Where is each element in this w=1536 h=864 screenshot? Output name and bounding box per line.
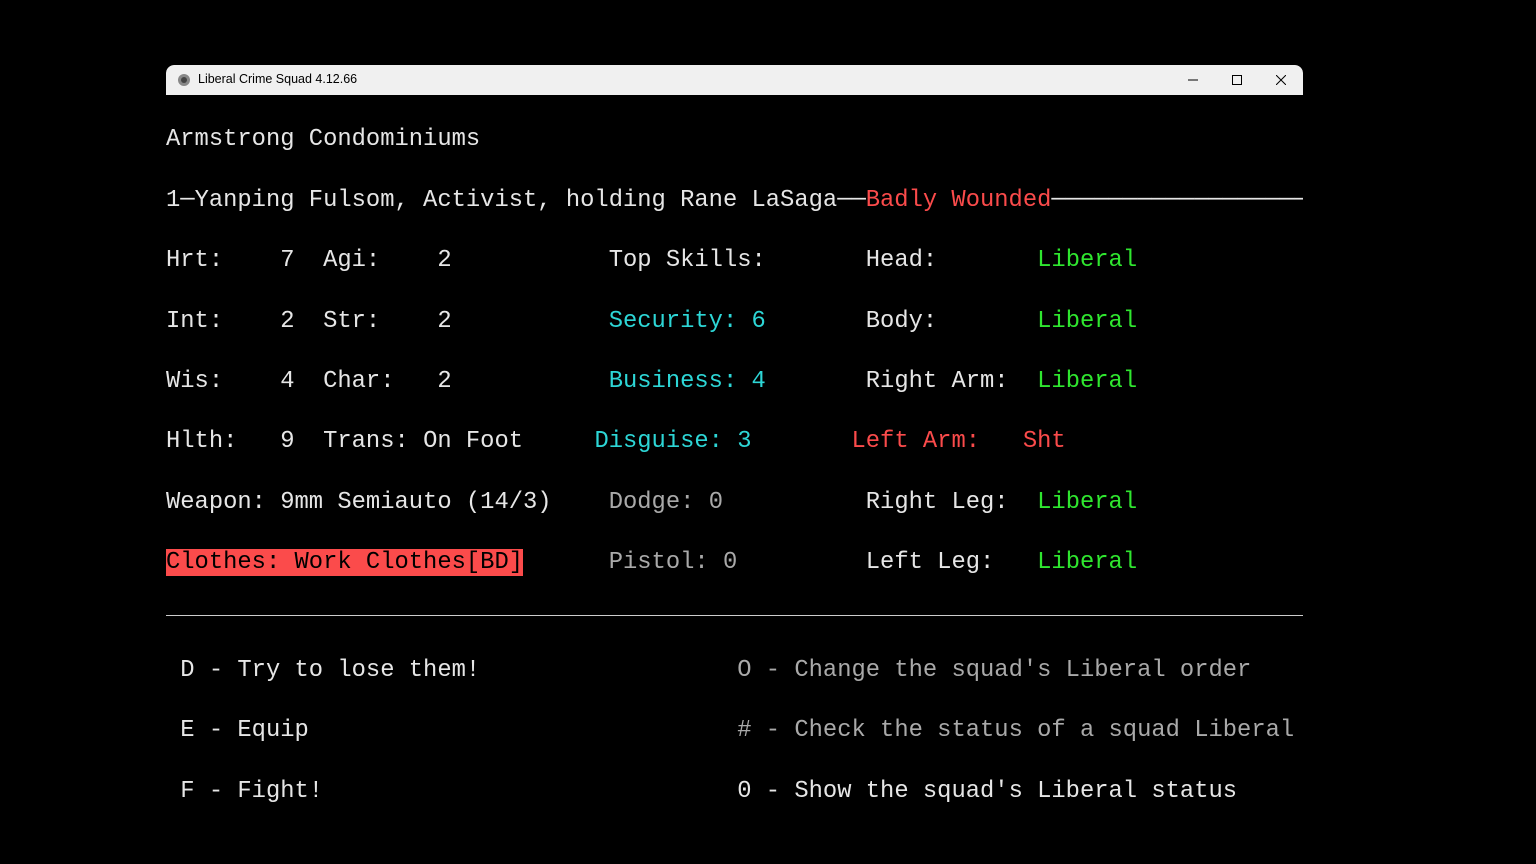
body-lleg-status: Liberal xyxy=(1037,549,1137,576)
stat-trans-value: On Foot xyxy=(423,428,523,455)
stat-str-value: 2 xyxy=(437,308,451,335)
location-name: Armstrong Condominiums xyxy=(166,125,1303,155)
game-window: Liberal Crime Squad 4.12.66 Armstrong Co… xyxy=(166,65,1303,820)
member-prefix: 1─ xyxy=(166,187,195,214)
member-status: Badly Wounded xyxy=(866,187,1052,214)
skill-pistol-value: 0 xyxy=(723,549,737,576)
top-skills-heading: Top Skills: xyxy=(609,247,766,274)
stat-agi-label: Agi: xyxy=(323,247,380,274)
stat-row-3: Wis: 4 Char: 2 Business: 4 Right Arm: Li… xyxy=(166,367,1303,397)
stat-hlth-label: Hlth: xyxy=(166,428,237,455)
menu-zero[interactable]: 0 - Show the squad's Liberal status xyxy=(737,778,1237,805)
body-rleg-label: Right Leg: xyxy=(866,489,1009,516)
skill-disguise-value: 3 xyxy=(737,428,751,455)
body-larm-label: Left Arm: xyxy=(852,428,981,455)
body-body-status: Liberal xyxy=(1037,308,1137,335)
stat-weapon-label: Weapon: xyxy=(166,489,266,516)
body-body-label: Body: xyxy=(866,308,937,335)
skill-dodge-label: Dodge: xyxy=(609,489,695,516)
stat-wis-label: Wis: xyxy=(166,368,223,395)
stat-int-value: 2 xyxy=(280,308,294,335)
titlebar[interactable]: Liberal Crime Squad 4.12.66 xyxy=(166,65,1303,95)
body-larm-status: Sht xyxy=(1023,428,1066,455)
skill-security-label: Security: xyxy=(609,308,738,335)
body-rleg-status: Liberal xyxy=(1037,489,1137,516)
stat-row-1: Hrt: 7 Agi: 2 Top Skills: Head: Liberal xyxy=(166,246,1303,276)
stat-char-value: 2 xyxy=(437,368,451,395)
stat-char-label: Char: xyxy=(323,368,394,395)
menu-row-3: F - Fight! 0 - Show the squad's Liberal … xyxy=(166,777,1303,807)
skill-disguise-label: Disguise: xyxy=(594,428,723,455)
stat-row-6: Clothes: Work Clothes[BD] Pistol: 0 Left… xyxy=(166,548,1303,578)
minimize-button[interactable] xyxy=(1171,65,1215,95)
terminal-content: Armstrong Condominiums 1─Yanping Fulsom,… xyxy=(166,95,1303,820)
app-icon xyxy=(176,72,192,88)
skill-dodge-value: 0 xyxy=(709,489,723,516)
stat-str-label: Str: xyxy=(323,308,380,335)
skill-business-label: Business: xyxy=(609,368,738,395)
stat-int-label: Int: xyxy=(166,308,223,335)
body-head-label: Head: xyxy=(866,247,937,274)
window-controls xyxy=(1171,65,1303,95)
stat-hlth-value: 9 xyxy=(280,428,294,455)
menu-d[interactable]: D - Try to lose them! xyxy=(180,657,480,684)
close-button[interactable] xyxy=(1259,65,1303,95)
body-lleg-label: Left Leg: xyxy=(866,549,995,576)
body-head-status: Liberal xyxy=(1037,247,1137,274)
body-rarm-status: Liberal xyxy=(1037,368,1137,395)
stat-wis-value: 4 xyxy=(280,368,294,395)
skill-pistol-label: Pistol: xyxy=(609,549,709,576)
menu-e[interactable]: E - Equip xyxy=(180,717,309,744)
body-rarm-label: Right Arm: xyxy=(866,368,1009,395)
skill-security-value: 6 xyxy=(752,308,766,335)
stat-hrt-value: 7 xyxy=(280,247,294,274)
stat-row-5: Weapon: 9mm Semiauto (14/3) Dodge: 0 Rig… xyxy=(166,488,1303,518)
menu-f[interactable]: F - Fight! xyxy=(180,778,323,805)
divider xyxy=(166,615,1303,616)
maximize-button[interactable] xyxy=(1215,65,1259,95)
member-line: 1─Yanping Fulsom, Activist, holding Rane… xyxy=(166,186,1303,216)
stat-clothes-value: Work Clothes[BD] xyxy=(295,549,524,576)
member-name: Yanping Fulsom, Activist, holding Rane L… xyxy=(195,187,838,214)
skill-business-value: 4 xyxy=(752,368,766,395)
stat-clothes-label: Clothes: xyxy=(166,549,280,576)
menu-row-1: D - Try to lose them! O - Change the squ… xyxy=(166,656,1303,686)
stat-row-4: Hlth: 9 Trans: On Foot Disguise: 3 Left … xyxy=(166,427,1303,457)
window-title: Liberal Crime Squad 4.12.66 xyxy=(198,72,1171,88)
menu-hash[interactable]: # - Check the status of a squad Liberal xyxy=(737,717,1294,744)
menu-row-2: E - Equip # - Check the status of a squa… xyxy=(166,716,1303,746)
stat-trans-label: Trans: xyxy=(323,428,409,455)
stat-hrt-label: Hrt: xyxy=(166,247,223,274)
stat-weapon-value: 9mm Semiauto (14/3) xyxy=(280,489,551,516)
stat-agi-value: 2 xyxy=(437,247,451,274)
menu-o[interactable]: O - Change the squad's Liberal order xyxy=(737,657,1251,684)
stat-row-2: Int: 2 Str: 2 Security: 6 Body: Liberal xyxy=(166,307,1303,337)
